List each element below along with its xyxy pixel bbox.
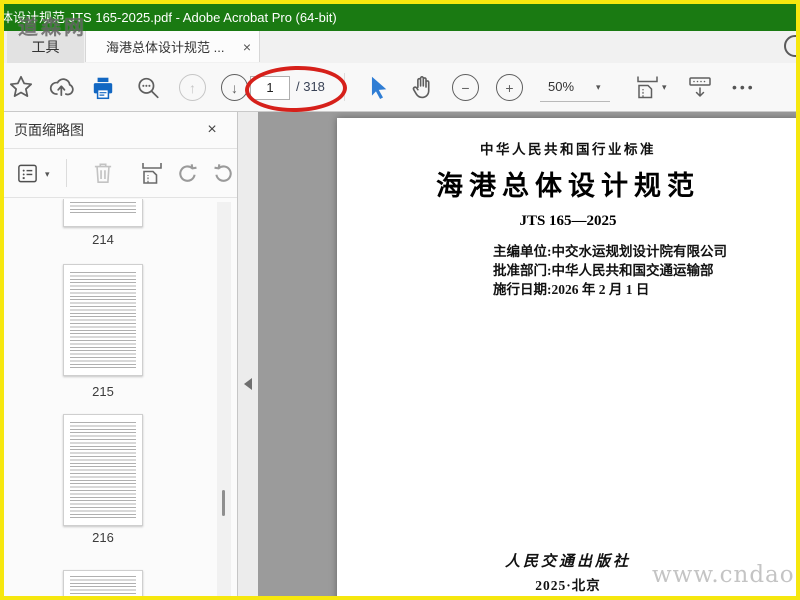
panel-scrollbar-track[interactable] (217, 202, 231, 596)
panel-toolbar: ▾ (4, 149, 237, 198)
zoom-in-button[interactable]: + (496, 74, 523, 101)
thumbnail-page-214[interactable] (63, 199, 143, 227)
panel-close-icon[interactable]: × (200, 118, 224, 142)
page-kicker: 中华人民共和国行业标准 (480, 142, 656, 157)
main-toolbar: ↑ ↓ 1 / 318 − + 50% ▾ ▾ ••• (4, 63, 796, 112)
search-icon[interactable] (135, 75, 161, 101)
window-titlebar: 体设计规范 JTS 165-2025.pdf - Adobe Acrobat P… (4, 4, 796, 31)
info-line-date: 施行日期:2026 年 2 月 1 日 (493, 282, 650, 297)
panel-toolbar-separator (66, 159, 67, 187)
thumbnail-label-216[interactable]: 216 (63, 530, 143, 545)
account-icon[interactable] (784, 35, 796, 57)
panel-title: 页面缩略图 (14, 122, 84, 138)
page-info-block: 主编单位:中交水运规划设计院有限公司 批准部门:中华人民共和国交通运输部 施行日… (493, 242, 727, 299)
share-upload-icon[interactable] (48, 74, 74, 100)
thumbnail-page-217[interactable] (63, 570, 143, 596)
hand-tool-icon[interactable] (409, 74, 435, 100)
tab-close-icon[interactable]: × (243, 39, 259, 55)
resize-pages-button[interactable] (139, 160, 165, 186)
tab-document-label: 海港总体设计规范 ... (106, 40, 225, 55)
thumbnail-options-button[interactable] (16, 162, 39, 185)
panel-scrollbar-thumb[interactable] (222, 490, 225, 516)
select-tool-icon[interactable] (366, 74, 392, 100)
watermark-bottom-right: www.cndao.com (652, 562, 796, 588)
next-page-button[interactable]: ↓ (221, 74, 248, 101)
document-view: 中华人民共和国行业标准 海港总体设计规范 JTS 165—2025 主编单位:中… (258, 112, 796, 596)
fit-width-button[interactable] (634, 74, 660, 100)
zoom-select-underline (540, 101, 610, 102)
thumbnail-page-215[interactable] (63, 264, 143, 376)
rotate-cw-button[interactable] (211, 161, 236, 186)
options-caret-icon[interactable]: ▾ (45, 169, 50, 180)
thumbnail-list: 214 215 216 (4, 198, 237, 596)
zoom-level-select[interactable]: 50% (548, 63, 574, 111)
more-tools-button[interactable]: ••• (732, 63, 756, 111)
rotate-ccw-button[interactable] (175, 161, 200, 186)
thumbnail-label-215[interactable]: 215 (63, 384, 143, 399)
info-line-editor: 主编单位:中交水运规划设计院有限公司 (493, 244, 727, 259)
zoom-caret-icon[interactable]: ▾ (596, 63, 601, 111)
print-icon[interactable] (90, 75, 116, 101)
panel-collapse-strip[interactable] (238, 112, 258, 596)
previous-page-button[interactable]: ↑ (179, 74, 206, 101)
panel-header: 页面缩略图 × (4, 112, 237, 149)
collapse-panel-icon[interactable] (244, 378, 252, 390)
tab-bar: 工具 海港总体设计规范 ... × (4, 31, 796, 64)
thumbnail-page-216[interactable] (63, 414, 143, 526)
tab-document[interactable]: 海港总体设计规范 ... × (85, 31, 260, 62)
page-title: 海港总体设计规范 (436, 171, 700, 201)
acrobat-window: 体设计规范 JTS 165-2025.pdf - Adobe Acrobat P… (0, 0, 800, 600)
thumbnail-label-214[interactable]: 214 (63, 232, 143, 247)
info-line-approver: 批准部门:中华人民共和国交通运输部 (493, 263, 714, 278)
delete-pages-button[interactable] (90, 160, 116, 186)
standard-code: JTS 165—2025 (519, 213, 617, 229)
pdf-page[interactable]: 中华人民共和国行业标准 海港总体设计规范 JTS 165—2025 主编单位:中… (337, 118, 796, 596)
watermark-top-left: 道森网 (18, 17, 87, 39)
page-thumbnails-panel: 页面缩略图 × ▾ 214 215 216 (4, 112, 238, 596)
main-area: 页面缩略图 × ▾ 214 215 216 中华人民共和国行业标准 海港总体设计… (4, 112, 796, 596)
star-favorites-icon[interactable] (8, 74, 34, 100)
fit-width-caret-icon[interactable]: ▾ (662, 63, 667, 111)
zoom-out-button[interactable]: − (452, 74, 479, 101)
page-scrolling-button[interactable] (687, 74, 713, 100)
